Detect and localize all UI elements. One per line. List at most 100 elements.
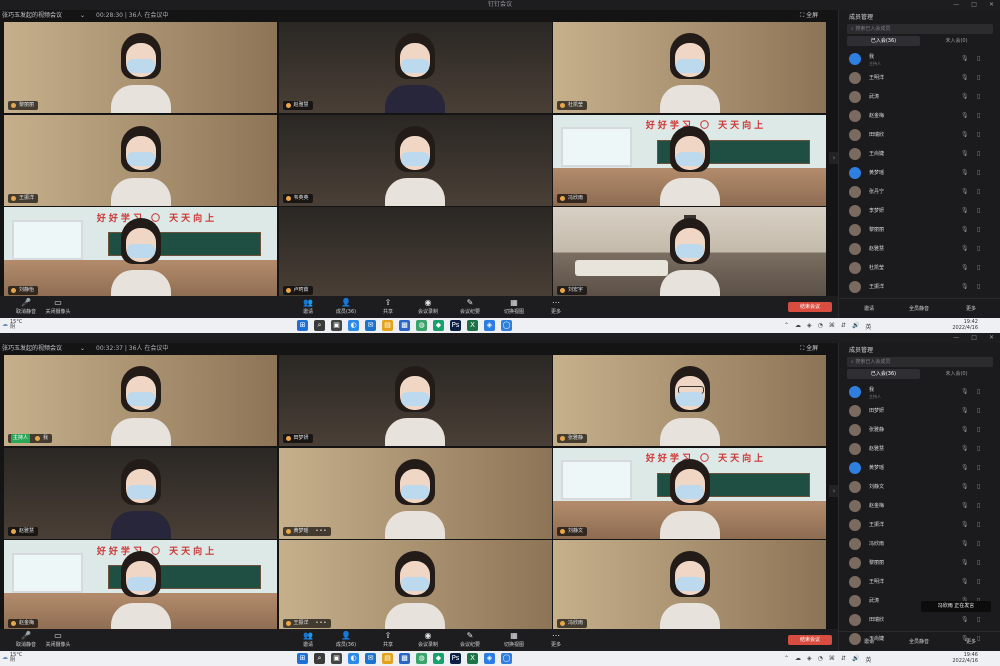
video-tile[interactable]: 冯欣雨 xyxy=(553,540,826,631)
more-button[interactable]: ⋯ 更多 xyxy=(536,299,576,316)
more-options-icon[interactable]: ••• xyxy=(316,527,328,536)
members-button[interactable]: 👤 成员(36) xyxy=(326,299,366,316)
fullscreen-button[interactable]: ⛶ 全屏 xyxy=(800,10,818,22)
minimize-button[interactable]: — xyxy=(953,333,959,343)
tray-icon[interactable]: ◔ xyxy=(818,322,823,331)
dingtalk-icon[interactable]: ◈ xyxy=(484,653,495,664)
camera-toggle-button[interactable]: ▭ 关闭摄像头 xyxy=(38,632,78,649)
member-row[interactable]: 武涛 🎙 ▯ xyxy=(845,88,995,107)
mic-muted-icon[interactable]: 🎙 xyxy=(961,74,969,81)
edge-icon[interactable]: ◐ xyxy=(348,653,359,664)
camera-off-icon[interactable]: ▯ xyxy=(977,445,980,452)
tray-icon[interactable]: ⇵ xyxy=(841,322,846,331)
search-icon[interactable]: ⌕ xyxy=(314,320,325,331)
store-icon[interactable]: ▩ xyxy=(399,320,410,331)
mic-muted-icon[interactable]: 🎙 xyxy=(961,540,969,547)
video-tile[interactable]: 好好学习 〇 天天向上 冯欣雨 xyxy=(553,114,826,206)
mic-muted-icon[interactable]: 🎙 xyxy=(961,245,969,252)
tray-icon[interactable]: ☁ xyxy=(795,322,801,331)
mic-muted-icon[interactable]: 🎙 xyxy=(961,150,969,157)
start-icon[interactable]: ⊞ xyxy=(297,320,308,331)
task-view-icon[interactable]: ▣ xyxy=(331,653,342,664)
more-button[interactable]: ⋯ 更多 xyxy=(536,632,576,649)
fullscreen-button[interactable]: ⛶ 全屏 xyxy=(800,343,818,355)
panel-more-button[interactable]: 更多 xyxy=(951,638,991,645)
switch-view-button[interactable]: ▦ 切换视图 xyxy=(494,632,534,649)
video-tile[interactable]: 主持人 我 xyxy=(4,355,277,446)
video-tile[interactable]: 好好学习 〇 天天向上 刘静怡 xyxy=(4,207,277,298)
mic-muted-icon[interactable]: 🎙 xyxy=(961,407,969,414)
camera-off-icon[interactable]: ▯ xyxy=(977,226,980,233)
camera-off-icon[interactable]: ▯ xyxy=(977,150,980,157)
more-options-icon[interactable]: ••• xyxy=(316,619,328,628)
camera-off-icon[interactable]: ▯ xyxy=(977,93,980,100)
camera-off-icon[interactable]: ▯ xyxy=(977,426,980,433)
video-tile[interactable]: 王振洋 ••• xyxy=(278,540,552,631)
share-button[interactable]: ⇪ 共享 xyxy=(368,299,408,316)
tray-icon[interactable]: ◔ xyxy=(818,655,823,664)
mic-muted-icon[interactable]: 🎙 xyxy=(961,426,969,433)
input-language[interactable]: 英 xyxy=(865,322,871,331)
camera-off-icon[interactable]: ▯ xyxy=(977,521,980,528)
mic-muted-icon[interactable]: 🎙 xyxy=(961,93,969,100)
camera-off-icon[interactable]: ▯ xyxy=(977,207,980,214)
camera-off-icon[interactable]: ▯ xyxy=(977,169,980,176)
invite-button[interactable]: 👥 邀请 xyxy=(288,632,328,649)
camera-off-icon[interactable]: ▯ xyxy=(977,283,980,290)
invite-button[interactable]: 👥 邀请 xyxy=(288,299,328,316)
mute-all-button[interactable]: 全员静音 xyxy=(899,638,939,645)
tray-icon[interactable]: 🔊 xyxy=(852,655,859,664)
video-tile[interactable]: 黎丽丽 xyxy=(4,22,277,113)
camera-off-icon[interactable]: ▯ xyxy=(977,388,980,395)
member-row[interactable]: 张丹宁 🎙 ▯ xyxy=(845,183,995,202)
mic-muted-icon[interactable]: 🎙 xyxy=(961,112,969,119)
member-search-input[interactable]: ⌕ 搜索已入会成员 xyxy=(847,24,993,34)
meeting-name[interactable]: 张巧玉发起的视频会议 xyxy=(2,10,62,22)
mic-muted-icon[interactable]: 🎙 xyxy=(961,131,969,138)
mic-muted-icon[interactable]: 🎙 xyxy=(961,188,969,195)
tray-icon[interactable]: ⌃ xyxy=(784,322,789,331)
photoshop-icon[interactable]: Ps xyxy=(450,320,461,331)
camera-off-icon[interactable]: ▯ xyxy=(977,540,980,547)
member-row[interactable]: 黎丽丽 🎙 ▯ xyxy=(845,221,995,240)
mail-icon[interactable]: ✉ xyxy=(365,320,376,331)
mic-muted-icon[interactable]: 🎙 xyxy=(961,445,969,452)
tray-icon[interactable]: ⌃ xyxy=(784,655,789,664)
mic-muted-icon[interactable]: 🎙 xyxy=(961,283,969,290)
edge-icon[interactable]: ◐ xyxy=(348,320,359,331)
camera-off-icon[interactable]: ▯ xyxy=(977,131,980,138)
app-green-icon[interactable]: ◆ xyxy=(433,320,444,331)
member-row[interactable]: 王振洋 🎙 ▯ xyxy=(845,278,995,297)
mic-muted-icon[interactable]: 🎙 xyxy=(961,226,969,233)
member-row[interactable]: 田瑞欣 🎙 ▯ xyxy=(845,126,995,145)
chrome-icon[interactable]: ◍ xyxy=(416,320,427,331)
chrome-icon[interactable]: ◍ xyxy=(416,653,427,664)
camera-off-icon[interactable]: ▯ xyxy=(977,188,980,195)
member-row[interactable]: 我主持人 🎙 ▯ xyxy=(845,50,995,69)
explorer-icon[interactable]: ▤ xyxy=(382,320,393,331)
taskbar-clock[interactable]: 19:42 2022/4/16 xyxy=(930,319,978,331)
tray-icon[interactable]: ◈ xyxy=(807,655,812,664)
meeting-name[interactable]: 张巧玉发起的视频会议 xyxy=(2,343,62,355)
video-tile[interactable]: 刘宏宇 xyxy=(553,207,826,298)
tray-icon[interactable]: ⌘ xyxy=(829,655,835,664)
camera-off-icon[interactable]: ▯ xyxy=(977,578,980,585)
chevron-down-icon[interactable]: ⌄ xyxy=(80,343,85,355)
member-row[interactable]: 赵金梅 🎙 ▯ xyxy=(845,497,995,516)
camera-off-icon[interactable]: ▯ xyxy=(977,464,980,471)
video-tile[interactable]: 田梦妍 xyxy=(278,355,552,446)
camera-off-icon[interactable]: ▯ xyxy=(977,74,980,81)
tray-icon[interactable]: ◈ xyxy=(807,322,812,331)
mic-muted-icon[interactable]: 🎙 xyxy=(961,578,969,585)
video-tile[interactable]: 张雅静 xyxy=(553,355,826,446)
member-row[interactable]: 黎丽丽 🎙 ▯ xyxy=(845,554,995,573)
chevron-down-icon[interactable]: ⌄ xyxy=(80,10,85,22)
camera-off-icon[interactable]: ▯ xyxy=(977,407,980,414)
member-row[interactable]: 王明洋 🎙 ▯ xyxy=(845,573,995,592)
record-button[interactable]: ◉ 会议录制 xyxy=(408,632,448,649)
mail-icon[interactable]: ✉ xyxy=(365,653,376,664)
maximize-button[interactable]: □ xyxy=(971,333,977,343)
member-row[interactable]: 王振洋 🎙 ▯ xyxy=(845,516,995,535)
video-tile[interactable]: 韦英英 xyxy=(278,114,552,206)
minutes-button[interactable]: ✎ 会议纪要 xyxy=(450,632,490,649)
